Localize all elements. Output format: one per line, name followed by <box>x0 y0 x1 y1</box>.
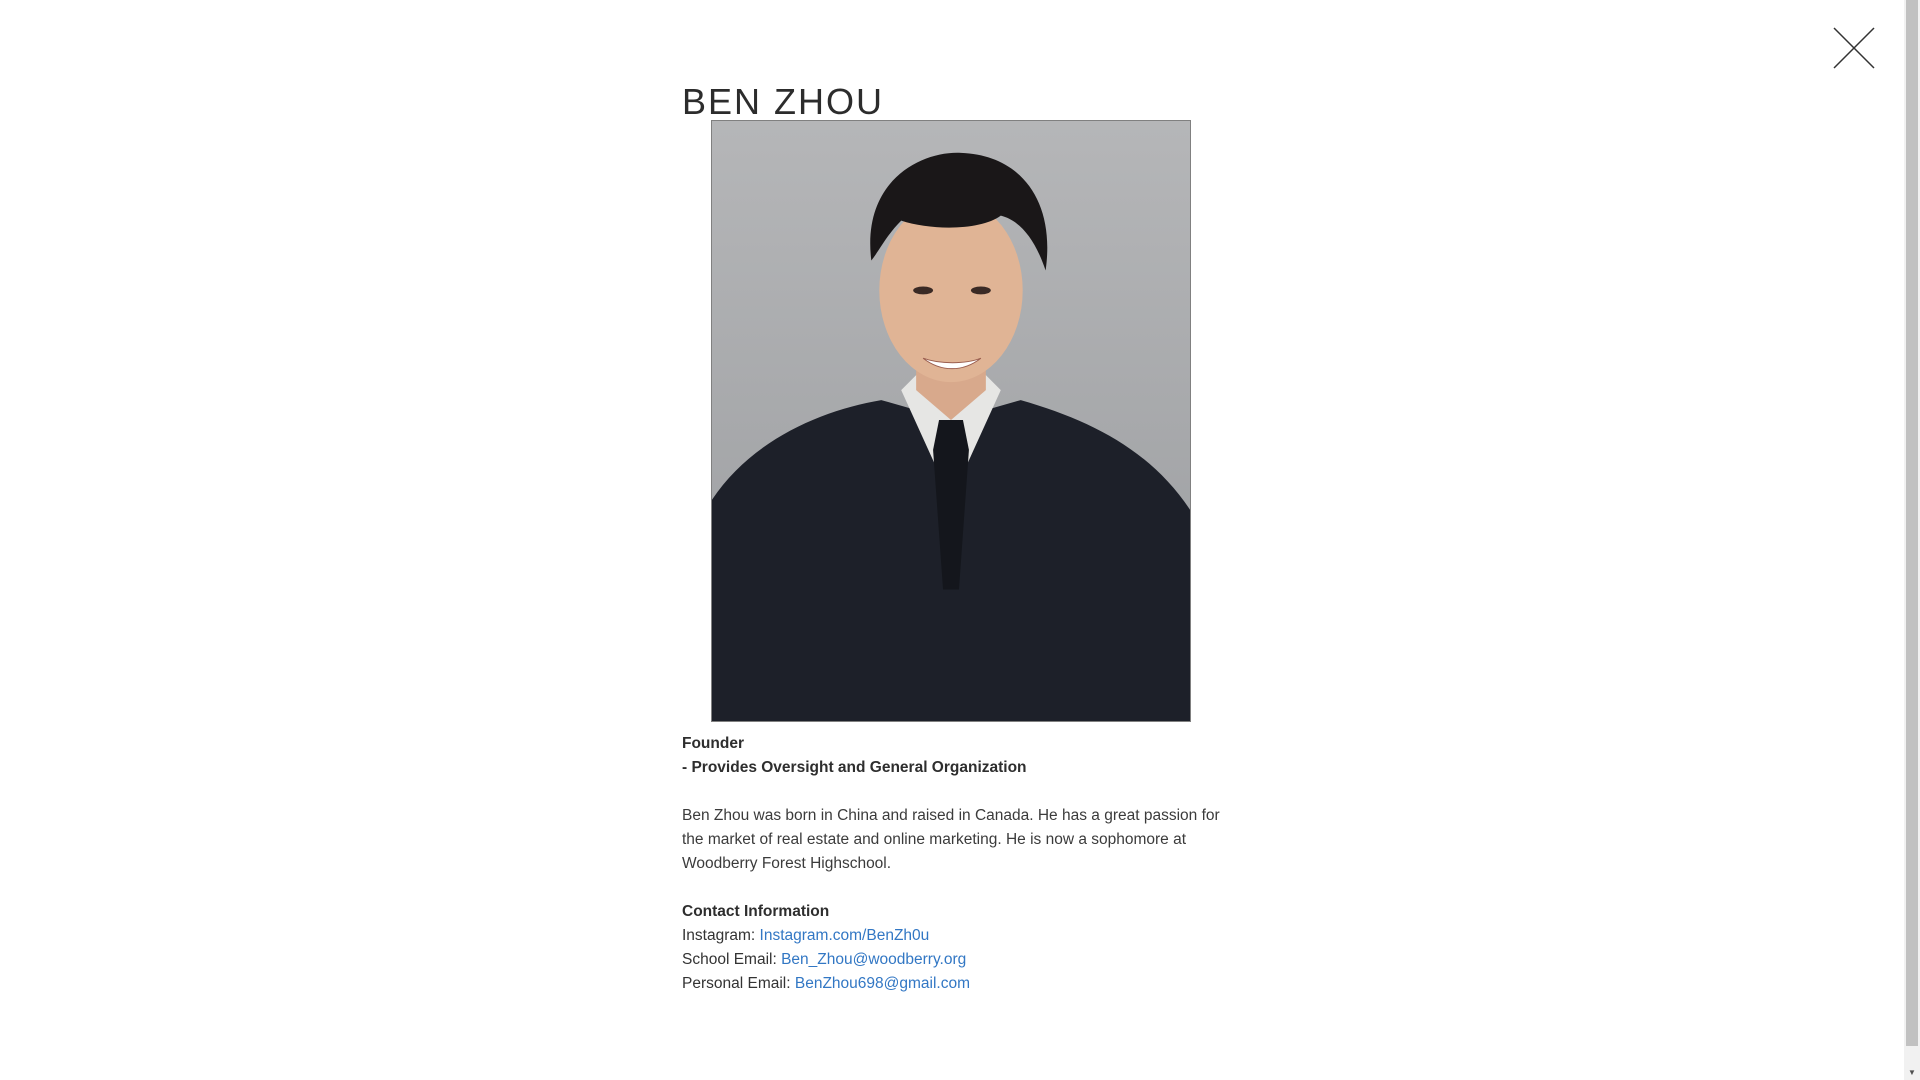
profile-role: Founder <box>682 735 744 752</box>
school-email-label: School Email: <box>682 951 777 968</box>
instagram-label: Instagram: <box>682 927 756 944</box>
close-icon <box>1833 27 1875 69</box>
scroll-thumb[interactable] <box>1906 0 1918 1046</box>
vertical-scrollbar[interactable]: ▲ ▼ <box>1904 0 1920 1080</box>
contact-heading: Contact Information <box>682 903 830 920</box>
contact-personal-email: Personal Email: BenZhou698@gmail.com <box>682 972 1222 996</box>
personal-email-link[interactable]: BenZhou698@gmail.com <box>795 975 970 992</box>
instagram-link[interactable]: Instagram.com/BenZh0u <box>760 927 930 944</box>
profile-details: Founder - Provides Oversight and General… <box>682 732 1222 996</box>
profile-bio: Ben Zhou was born in China and raised in… <box>682 807 1220 872</box>
close-button[interactable] <box>1832 26 1876 70</box>
portrait-photo <box>711 120 1191 722</box>
personal-email-label: Personal Email: <box>682 975 791 992</box>
profile-name: BEN ZHOU <box>682 81 885 122</box>
profile-modal: BEN ZHOU Founder - Provides Oversight an… <box>682 80 1222 996</box>
profile-duty: - Provides Oversight and General Organiz… <box>682 759 1027 776</box>
contact-instagram: Instagram: Instagram.com/BenZh0u <box>682 924 1222 948</box>
school-email-link[interactable]: Ben_Zhou@woodberry.org <box>781 951 966 968</box>
contact-school-email: School Email: Ben_Zhou@woodberry.org <box>682 948 1222 972</box>
scroll-down-icon[interactable]: ▼ <box>1904 1064 1920 1080</box>
